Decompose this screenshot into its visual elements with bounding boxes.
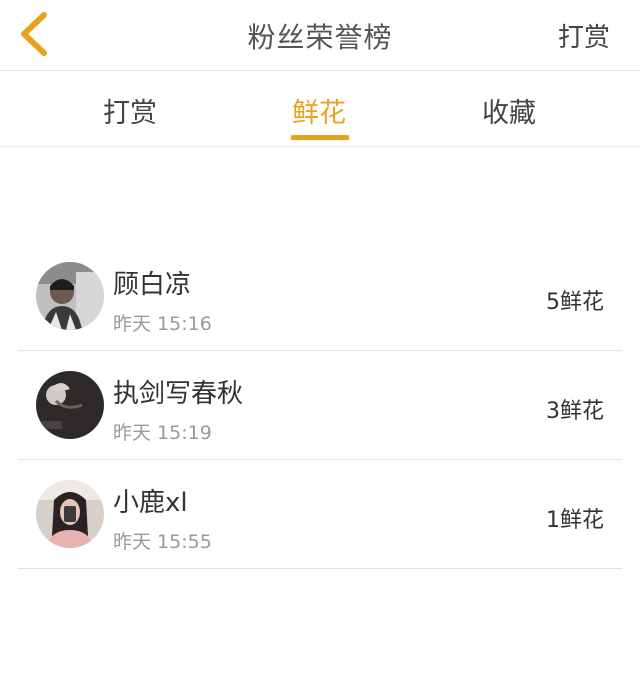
flower-count: 5鲜花 (546, 290, 604, 315)
header-bar: 粉丝荣誉榜 打赏 (0, 0, 640, 71)
tab-flowers[interactable]: 鲜花 (292, 91, 346, 130)
flower-count: 1鲜花 (546, 508, 604, 533)
reward-button[interactable]: 打赏 (558, 17, 610, 54)
fan-list: 顾白凉 昨天 15:16 5鲜花 执剑写春秋 昨天 15:19 3鲜花 小鹿xl… (18, 242, 622, 569)
avatar (36, 371, 104, 439)
tab-favorites[interactable]: 收藏 (482, 91, 536, 130)
user-name: 小鹿xl (113, 488, 188, 518)
list-item[interactable]: 执剑写春秋 昨天 15:19 3鲜花 (18, 351, 622, 460)
list-item[interactable]: 小鹿xl 昨天 15:55 1鲜花 (18, 460, 622, 569)
avatar (36, 262, 104, 330)
timestamp: 昨天 15:55 (113, 531, 212, 553)
active-tab-indicator (291, 135, 349, 140)
flower-count: 3鲜花 (546, 399, 604, 424)
tab-reward[interactable]: 打赏 (103, 91, 157, 130)
user-name: 顾白凉 (113, 270, 192, 300)
timestamp: 昨天 15:19 (113, 422, 212, 444)
page-title: 粉丝荣誉榜 (247, 21, 393, 54)
list-item[interactable]: 顾白凉 昨天 15:16 5鲜花 (18, 242, 622, 351)
avatar (36, 480, 104, 548)
timestamp: 昨天 15:16 (113, 313, 212, 335)
user-name: 执剑写春秋 (113, 379, 244, 409)
